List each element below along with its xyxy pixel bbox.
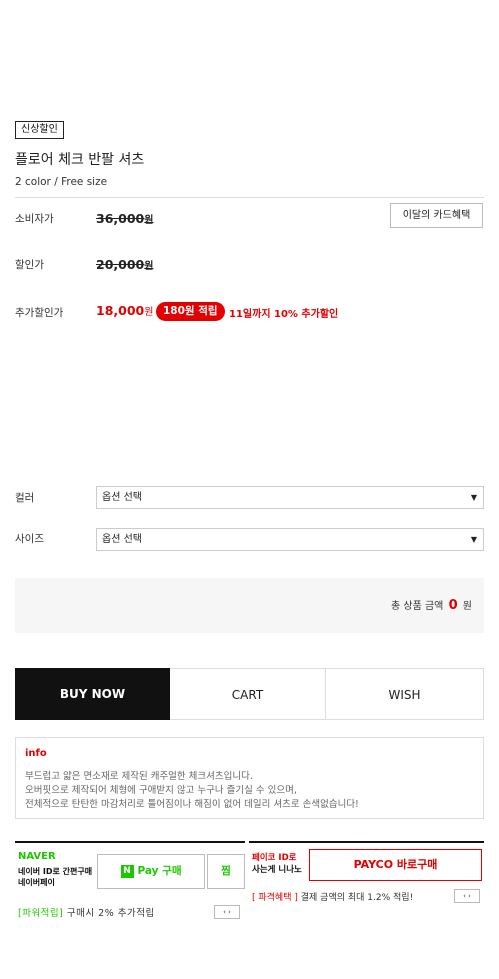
card-benefit-button[interactable]: 이달의 카드혜택	[390, 203, 483, 228]
total-unit: 원	[462, 601, 472, 612]
total-price: 총 상품 금액 0 원	[391, 597, 472, 613]
naver-zzim-button[interactable]: 찜	[207, 854, 245, 889]
sale-price: 20,000원	[96, 257, 154, 272]
payco-nav-arrows[interactable]: ‹ ›	[454, 889, 480, 903]
extra-discount-text: 11일까지 10% 추가할인	[229, 309, 339, 320]
final-price: 18,000원	[96, 303, 154, 318]
divider	[15, 197, 484, 198]
product-options-summary: 2 color / Free size	[15, 176, 108, 188]
payco-description: 페이코 ID로 사는게 니나노	[252, 853, 302, 875]
naver-logo: NAVER	[18, 851, 56, 862]
extra-discount-price-label: 추가할인가	[15, 307, 64, 319]
sale-price-label: 할인가	[15, 259, 44, 271]
naver-n-icon: N	[120, 864, 134, 878]
naver-nav-arrows[interactable]: ‹ ›	[214, 905, 240, 919]
product-title: 플로어 체크 반팔 셔츠	[15, 152, 145, 168]
total-price-box: 총 상품 금액 0 원	[15, 578, 484, 633]
payco-footer: [ 파격혜택 ] 결제 금액의 최대 1.2% 적립!	[252, 893, 414, 903]
naver-pay-footer: [파워적립] 구매시 2% 추가적립	[18, 908, 155, 919]
payco-panel: 페이코 ID로 사는게 니나노 PAYCO 바로구매 [ 파격혜택 ] 결제 금…	[249, 841, 484, 921]
color-select[interactable]: 옵션 선택 ▼	[96, 486, 484, 509]
size-option-label: 사이즈	[15, 533, 44, 545]
total-amount: 0	[448, 598, 458, 613]
naver-pay-panel: NAVER 네이버 ID로 간편구매 네이버페이 N Pay 구매 찜 [파워적립…	[15, 841, 245, 921]
info-title: info	[25, 748, 47, 759]
size-select[interactable]: 옵션 선택 ▼	[96, 528, 484, 551]
color-select-value: 옵션 선택	[102, 492, 142, 503]
chevron-down-icon: ▼	[470, 535, 477, 544]
payco-buy-button[interactable]: PAYCO 바로구매	[309, 849, 482, 881]
consumer-price-label: 소비자가	[15, 213, 54, 225]
info-line: 부드럽고 얇은 면소재로 제작된 캐주얼한 체크셔츠입니다.	[25, 771, 253, 782]
naver-pay-description: 네이버 ID로 간편구매 네이버페이	[18, 867, 93, 887]
size-select-value: 옵션 선택	[102, 534, 142, 545]
cart-button[interactable]: CART	[170, 668, 326, 720]
product-info-box: info 부드럽고 얇은 면소재로 제작된 캐주얼한 체크셔츠입니다. 오버핏으…	[15, 737, 484, 819]
consumer-price: 36,000원	[96, 211, 154, 226]
naver-pay-button[interactable]: N Pay 구매	[97, 854, 205, 889]
new-discount-badge: 신상할인	[15, 121, 64, 139]
chevron-down-icon: ▼	[470, 493, 477, 502]
info-line: 전체적으로 탄탄한 마감처리로 틀어짐이나 해짐이 없어 데일리 셔츠로 손색없…	[25, 799, 359, 810]
info-line: 오버핏으로 제작되어 체형에 구애받지 않고 누구나 즐기실 수 있으며,	[25, 785, 297, 796]
wish-button[interactable]: WISH	[326, 668, 484, 720]
total-label: 총 상품 금액	[391, 601, 444, 612]
point-badge: 180원 적립	[156, 302, 225, 321]
buy-now-button[interactable]: BUY NOW	[15, 668, 170, 720]
color-option-label: 컬러	[15, 492, 35, 504]
